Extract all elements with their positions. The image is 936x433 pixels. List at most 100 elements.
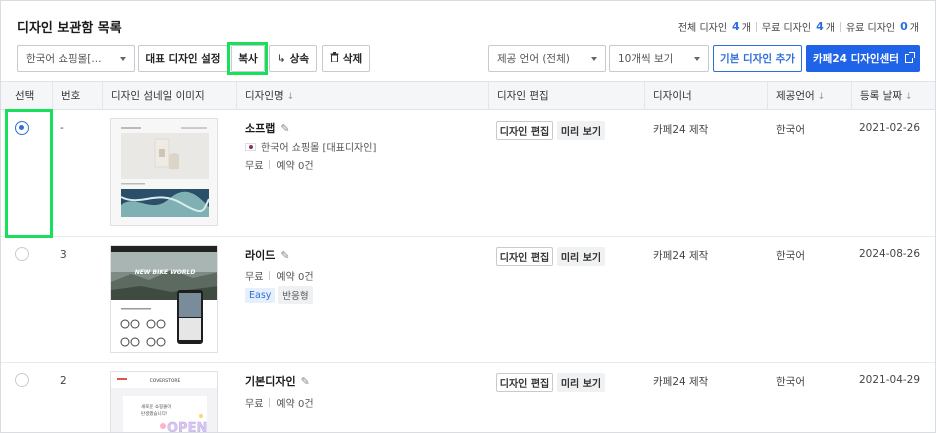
date-text: 2024-08-26 bbox=[859, 248, 921, 260]
edit-design-button[interactable]: 디자인 편집 bbox=[496, 247, 553, 266]
free-count-label: 무료 디자인 bbox=[761, 23, 812, 34]
design-counts: 전체 디자인 4 개 무료 디자인 4 개 유료 디자인 0 개 bbox=[678, 19, 919, 34]
preview-button[interactable]: 미리 보기 bbox=[557, 373, 605, 392]
language-select[interactable]: 제공 언어 (전체) bbox=[488, 45, 606, 72]
pencil-icon[interactable]: ✎ bbox=[280, 122, 289, 135]
language-text: 한국어 bbox=[776, 376, 805, 388]
table-row: - 소프랩 ✎ 한국어 쇼핑몰 [대표디자인] 무료 예약 0건 디자인 편집 … bbox=[1, 110, 935, 237]
reservation-text: 예약 0건 bbox=[276, 161, 314, 172]
price-reservation: 무료 예약 0건 bbox=[245, 395, 314, 410]
pencil-icon[interactable]: ✎ bbox=[280, 249, 289, 262]
preview-button[interactable]: 미리 보기 bbox=[557, 247, 605, 266]
price-text: 무료 bbox=[245, 399, 264, 410]
price-reservation: 무료 예약 0건 bbox=[245, 157, 314, 172]
language-select-value: 제공 언어 (전체) bbox=[497, 53, 570, 65]
date-text: 2021-04-29 bbox=[859, 374, 921, 386]
thumbnail-line-1: 새로운 쇼핑몰이 bbox=[141, 403, 171, 410]
delete-label: 삭제 bbox=[342, 53, 363, 65]
shop-select[interactable]: 한국어 쇼핑몰[... bbox=[17, 45, 135, 72]
design-name[interactable]: 기본디자인 ✎ bbox=[245, 373, 310, 389]
design-name-text: 소프랩 bbox=[245, 122, 276, 135]
page-title: 디자인 보관함 목록 bbox=[17, 21, 122, 36]
pencil-icon[interactable]: ✎ bbox=[301, 375, 310, 388]
column-date[interactable]: 등록 날짜 ↓ bbox=[851, 82, 935, 110]
row-number: 2 bbox=[60, 375, 67, 387]
designer-text: 카페24 제작 bbox=[653, 376, 709, 388]
thumbnail-brand: COVERSTORE bbox=[150, 378, 181, 384]
copy-button-highlight bbox=[227, 42, 268, 75]
divider bbox=[269, 398, 271, 407]
free-count-value: 4 bbox=[816, 20, 824, 33]
thumbnail-headline: NEW BIKE WORLD bbox=[135, 269, 196, 276]
select-radio[interactable] bbox=[15, 373, 29, 387]
price-reservation: 무료 예약 0건 bbox=[245, 268, 314, 283]
reservation-text: 예약 0건 bbox=[276, 399, 314, 410]
column-name[interactable]: 디자인명 ↓ bbox=[236, 82, 488, 110]
delete-button[interactable]: 삭제 bbox=[322, 45, 370, 72]
language-text: 한국어 bbox=[776, 124, 805, 136]
design-center-label: 카페24 디자인센터 bbox=[813, 53, 899, 65]
external-link-icon bbox=[904, 52, 916, 63]
total-count-value: 4 bbox=[732, 20, 740, 33]
page-size-value: 10개씩 보기 bbox=[618, 53, 674, 65]
total-count-unit: 개 bbox=[741, 23, 751, 34]
table-header: 선택 번호 디자인 섬네일 이미지 디자인명 ↓ 디자인 편집 디자이너 제공언어… bbox=[1, 81, 935, 110]
set-default-label: 대표 디자인 설정 bbox=[145, 53, 221, 65]
add-basic-design-label: 기본 디자인 추가 bbox=[720, 53, 795, 65]
column-number: 번호 bbox=[52, 82, 102, 110]
designer-text: 카페24 제작 bbox=[653, 250, 709, 262]
inherit-arrow-icon: ↳ bbox=[276, 52, 286, 65]
column-designer: 디자이너 bbox=[644, 82, 767, 110]
design-name[interactable]: 라이드 ✎ bbox=[245, 247, 290, 263]
column-language[interactable]: 제공언어 ↓ bbox=[767, 82, 851, 110]
column-thumbnail: 디자인 섬네일 이미지 bbox=[102, 82, 236, 110]
chevron-down-icon bbox=[591, 56, 597, 61]
table-row: 2 COVERSTORE 새로운 쇼핑몰이 탄생했습니다! OPEN 기본디자인… bbox=[1, 363, 935, 433]
sort-arrow-icon: ↓ bbox=[286, 92, 295, 102]
korea-flag-icon bbox=[245, 142, 256, 151]
paid-count-value: 0 bbox=[900, 20, 908, 33]
free-count-unit: 개 bbox=[825, 23, 835, 34]
design-thumbnail bbox=[110, 118, 218, 226]
divider bbox=[269, 271, 271, 280]
column-edit: 디자인 편집 bbox=[488, 82, 644, 110]
panel-header: 디자인 보관함 목록 전체 디자인 4 개 무료 디자인 4 개 유료 디자인 … bbox=[1, 1, 935, 41]
divider bbox=[755, 21, 757, 32]
table-row: 3 NEW BIKE WORLD 라이드 ✎ 무료 예약 0건 Easy 반응형… bbox=[1, 237, 935, 363]
design-tags: Easy 반응형 bbox=[245, 286, 316, 304]
sort-arrow-icon: ↓ bbox=[904, 92, 913, 102]
row-number: - bbox=[60, 122, 64, 134]
total-count-label: 전체 디자인 bbox=[677, 23, 728, 34]
add-basic-design-button[interactable]: 기본 디자인 추가 bbox=[713, 45, 802, 72]
language-text: 한국어 bbox=[776, 250, 805, 262]
edit-design-button[interactable]: 디자인 편집 bbox=[496, 373, 553, 392]
chevron-down-icon bbox=[694, 56, 700, 61]
trash-icon bbox=[330, 52, 339, 65]
design-center-button[interactable]: 카페24 디자인센터 bbox=[806, 45, 920, 72]
shop-select-value: 한국어 쇼핑몰[... bbox=[26, 53, 102, 65]
design-thumbnail: COVERSTORE 새로운 쇼핑몰이 탄생했습니다! OPEN bbox=[110, 371, 218, 433]
toolbar: 한국어 쇼핑몰[... 대표 디자인 설정 복사 ↳ 상속 삭제 제공 언어 (… bbox=[1, 45, 935, 75]
design-name[interactable]: 소프랩 ✎ bbox=[245, 120, 290, 136]
thumbnail-line-2: 탄생했습니다! bbox=[141, 410, 168, 417]
edit-design-button[interactable]: 디자인 편집 bbox=[496, 121, 553, 140]
select-column-highlight bbox=[5, 109, 53, 238]
inherit-button[interactable]: ↳ 상속 bbox=[269, 45, 317, 72]
page-size-select[interactable]: 10개씩 보기 bbox=[609, 45, 709, 72]
shop-info-text: 한국어 쇼핑몰 [대표디자인] bbox=[261, 143, 377, 154]
divider bbox=[839, 21, 841, 32]
easy-tag: Easy bbox=[245, 287, 276, 303]
price-text: 무료 bbox=[245, 272, 264, 283]
design-thumbnail: NEW BIKE WORLD bbox=[110, 245, 218, 353]
design-name-text: 기본디자인 bbox=[245, 375, 296, 388]
design-name-text: 라이드 bbox=[245, 249, 276, 262]
set-default-button[interactable]: 대표 디자인 설정 bbox=[138, 45, 228, 72]
paid-count-label: 유료 디자인 bbox=[845, 23, 896, 34]
divider bbox=[269, 160, 271, 169]
paid-count-unit: 개 bbox=[909, 23, 919, 34]
select-radio[interactable] bbox=[15, 247, 29, 261]
shop-info: 한국어 쇼핑몰 [대표디자인] bbox=[245, 139, 376, 154]
column-select: 선택 bbox=[15, 90, 35, 102]
preview-button[interactable]: 미리 보기 bbox=[557, 121, 605, 140]
thumbnail-badge: OPEN bbox=[167, 421, 207, 433]
